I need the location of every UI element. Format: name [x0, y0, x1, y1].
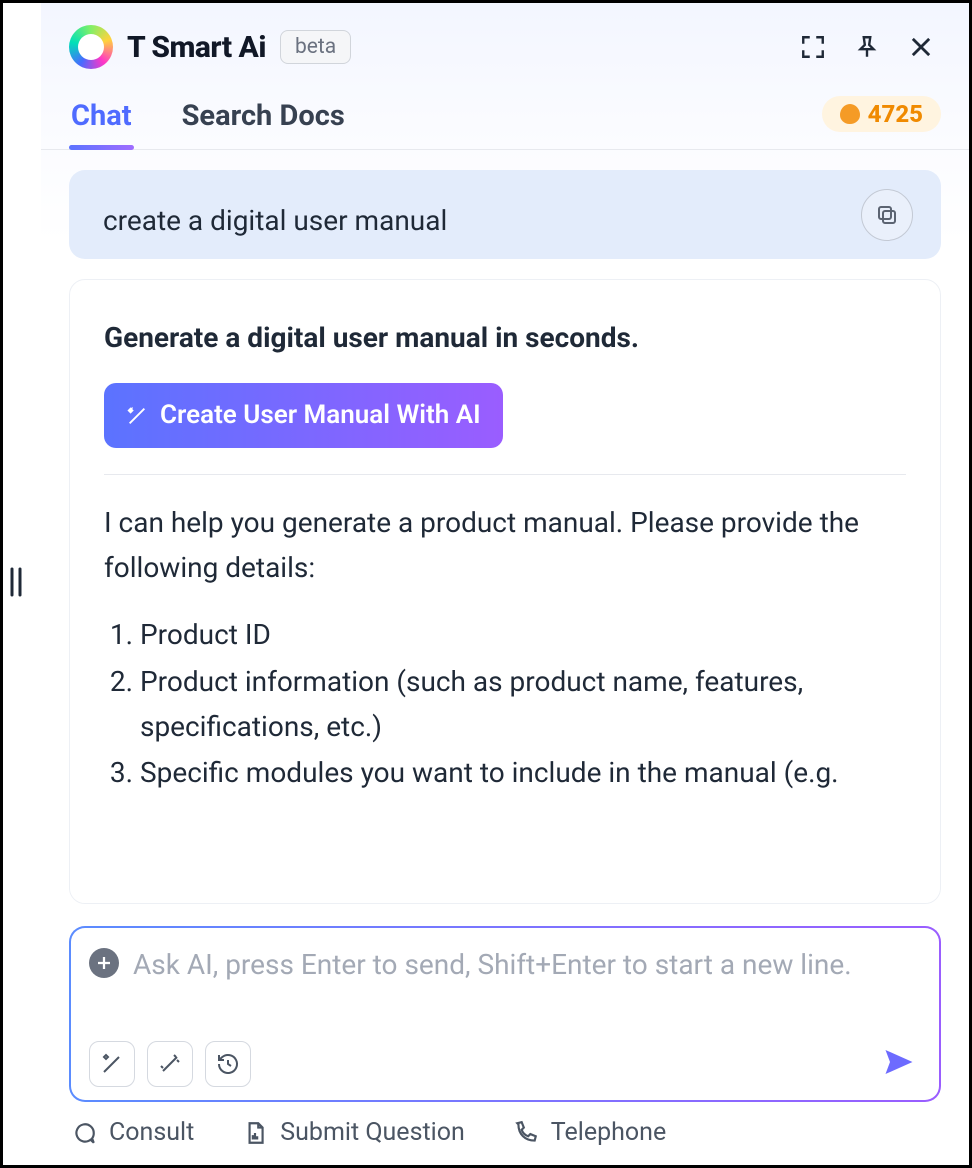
magic-wand-icon[interactable]	[147, 1041, 193, 1087]
create-manual-button[interactable]: Create User Manual With AI	[104, 383, 503, 449]
resize-handle[interactable]	[9, 567, 23, 601]
list-item: Specific modules you want to include in …	[140, 751, 906, 796]
app-title: T Smart Ai	[127, 30, 266, 65]
app-logo-icon	[69, 25, 113, 69]
credits-badge[interactable]: 4725	[822, 96, 941, 132]
document-icon	[242, 1120, 268, 1146]
attach-button[interactable]	[89, 948, 119, 978]
fade-overlay	[70, 853, 940, 903]
chat-content: create a digital user manual Generate a …	[41, 150, 969, 904]
ai-list: Product ID Product information (such as …	[104, 613, 906, 796]
input-area	[69, 926, 941, 1102]
chat-input[interactable]	[133, 944, 921, 1034]
ai-write-icon[interactable]	[89, 1041, 135, 1087]
header: T Smart Ai beta	[41, 3, 969, 83]
telephone-link[interactable]: Telephone	[513, 1118, 666, 1147]
user-message-text: create a digital user manual	[103, 204, 907, 237]
ai-panel: T Smart Ai beta Chat Search Docs 4725 cr…	[41, 3, 969, 1165]
copy-icon[interactable]	[861, 189, 913, 241]
sparkle-pen-icon	[126, 405, 148, 427]
credits-icon	[840, 104, 860, 124]
close-icon[interactable]	[901, 27, 941, 67]
ai-body-text: I can help you generate a product manual…	[104, 501, 906, 591]
consult-link[interactable]: Consult	[71, 1118, 194, 1147]
chat-bubble-icon	[71, 1120, 97, 1146]
ai-message: Generate a digital user manual in second…	[69, 279, 941, 904]
tab-search-docs[interactable]: Search Docs	[180, 89, 347, 149]
list-item: Product information (such as product nam…	[140, 660, 906, 750]
footer: Consult Submit Question Telephone	[41, 1112, 969, 1165]
submit-label: Submit Question	[280, 1118, 465, 1147]
consult-label: Consult	[109, 1118, 194, 1147]
list-item: Product ID	[140, 613, 906, 658]
tabs: Chat Search Docs 4725	[41, 83, 969, 150]
pin-icon[interactable]	[847, 27, 887, 67]
cta-label: Create User Manual With AI	[160, 395, 481, 437]
phone-icon	[513, 1120, 539, 1146]
user-message: create a digital user manual	[69, 170, 941, 259]
history-icon[interactable]	[205, 1041, 251, 1087]
telephone-label: Telephone	[551, 1118, 666, 1147]
credits-value: 4725	[868, 100, 923, 128]
submit-question-link[interactable]: Submit Question	[242, 1118, 465, 1147]
send-button[interactable]	[877, 1040, 921, 1088]
expand-icon[interactable]	[793, 27, 833, 67]
divider	[104, 474, 906, 475]
ai-heading: Generate a digital user manual in second…	[104, 316, 906, 361]
tab-chat[interactable]: Chat	[69, 89, 134, 149]
beta-badge: beta	[280, 30, 351, 64]
